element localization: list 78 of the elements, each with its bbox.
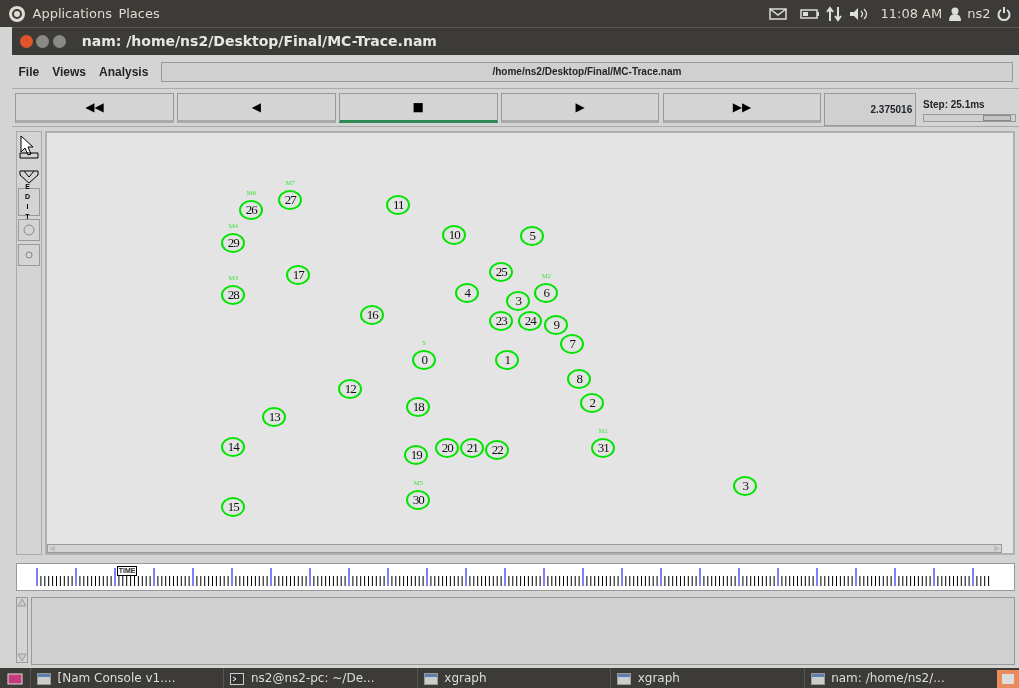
panel-menu[interactable]: Places	[118, 3, 160, 24]
taskbar-item[interactable]: nam: /home/ns2/...	[803, 668, 998, 688]
network-node[interactable]: 7	[560, 334, 585, 354]
network-node[interactable]: 25	[489, 262, 514, 282]
network-node[interactable]: 10	[442, 225, 467, 245]
play-button[interactable]: ▶	[500, 93, 660, 123]
network-node[interactable]: 27	[278, 190, 303, 210]
network-node[interactable]: 14	[221, 437, 246, 457]
node-tool-button[interactable]	[18, 219, 40, 241]
network-node[interactable]: 18	[406, 397, 431, 417]
window-title: nam: /home/ns2/Desktop/Final/MC-Trace.nam	[81, 32, 437, 51]
menu-item[interactable]: Views	[52, 62, 86, 81]
network-node[interactable]: 0	[412, 350, 437, 370]
back-button[interactable]: ◀	[177, 93, 336, 123]
mail-icon[interactable]	[768, 7, 787, 20]
window-icon	[423, 672, 438, 685]
network-node[interactable]: 13	[262, 407, 287, 427]
menu-item[interactable]: Analysis	[99, 62, 149, 81]
maximize-button[interactable]	[52, 35, 66, 48]
network-node[interactable]: 3	[733, 476, 758, 496]
minimize-button[interactable]	[36, 35, 50, 48]
user-name[interactable]: ns2	[967, 3, 991, 24]
network-node[interactable]: 29	[221, 233, 246, 253]
network-node[interactable]: 12	[338, 379, 363, 399]
network-node[interactable]: 19	[404, 445, 429, 465]
step-slider[interactable]	[922, 114, 1016, 122]
step-label: Step: 25.1ms	[922, 98, 986, 112]
node-tool-button[interactable]	[18, 244, 40, 267]
network-node[interactable]: 15	[221, 497, 246, 517]
large-circle-icon	[23, 224, 35, 236]
terminal-icon	[230, 672, 245, 685]
network-node[interactable]: 2	[580, 393, 605, 413]
window-icon	[810, 672, 825, 685]
power-icon[interactable]	[997, 5, 1011, 22]
taskbar-item[interactable]: ns2@ns2-pc: ~/De...	[223, 668, 417, 688]
close-button[interactable]	[20, 35, 33, 48]
network-arrows-icon[interactable]	[826, 5, 843, 22]
network-node[interactable]: 28	[221, 285, 246, 305]
network-node[interactable]: 20	[435, 438, 460, 458]
network-node[interactable]: 24	[518, 311, 543, 331]
network-node[interactable]: 26	[239, 200, 264, 220]
user-icon[interactable]	[948, 6, 961, 21]
clock[interactable]: 11:08 AM	[880, 3, 943, 24]
network-node[interactable]: 1	[495, 350, 520, 370]
network-node[interactable]: 8	[567, 369, 592, 389]
window-icon	[617, 672, 632, 685]
network-node[interactable]: 17	[286, 265, 311, 285]
battery-icon[interactable]	[799, 8, 820, 19]
horizontal-scrollbar[interactable]	[47, 544, 1003, 553]
rewind-button[interactable]: ◀◀	[15, 93, 174, 123]
network-node[interactable]: 31	[591, 438, 616, 458]
taskbar-item[interactable]: [Nam Console v1....	[30, 668, 224, 688]
menu-item[interactable]: File	[18, 62, 40, 81]
stop-button[interactable]: ■	[338, 93, 498, 123]
network-node[interactable]: 21	[460, 438, 485, 458]
fast-forward-button[interactable]: ▶▶	[662, 93, 822, 123]
taskbar-item[interactable]: xgraph	[416, 668, 611, 688]
network-node[interactable]: 9	[544, 315, 569, 335]
vertical-scrollbar[interactable]	[16, 597, 28, 663]
slider-thumb[interactable]	[982, 115, 1011, 121]
network-node[interactable]: 30	[406, 490, 431, 510]
window-icon	[37, 672, 51, 685]
network-node[interactable]: 22	[485, 440, 510, 460]
network-node[interactable]: 3	[506, 291, 531, 311]
small-circle-icon	[25, 251, 33, 260]
network-node[interactable]: 4	[455, 283, 480, 303]
ubuntu-logo-icon[interactable]	[8, 4, 26, 23]
network-node[interactable]: 23	[489, 311, 514, 331]
network-node[interactable]: 5	[520, 226, 545, 246]
pointer-icon[interactable]	[18, 135, 40, 162]
network-node[interactable]: 16	[360, 305, 385, 325]
network-node[interactable]: 11	[386, 195, 411, 215]
workspace-switcher-icon[interactable]	[997, 669, 1019, 688]
network-node[interactable]: 6	[534, 283, 559, 303]
panel-menu[interactable]: Applications	[32, 3, 112, 24]
taskbar-item[interactable]: xgraph	[610, 668, 804, 688]
time-display: 2.375016	[824, 93, 917, 126]
file-path-field: /home/ns2/Desktop/Final/MC-Trace.nam	[161, 61, 1013, 82]
